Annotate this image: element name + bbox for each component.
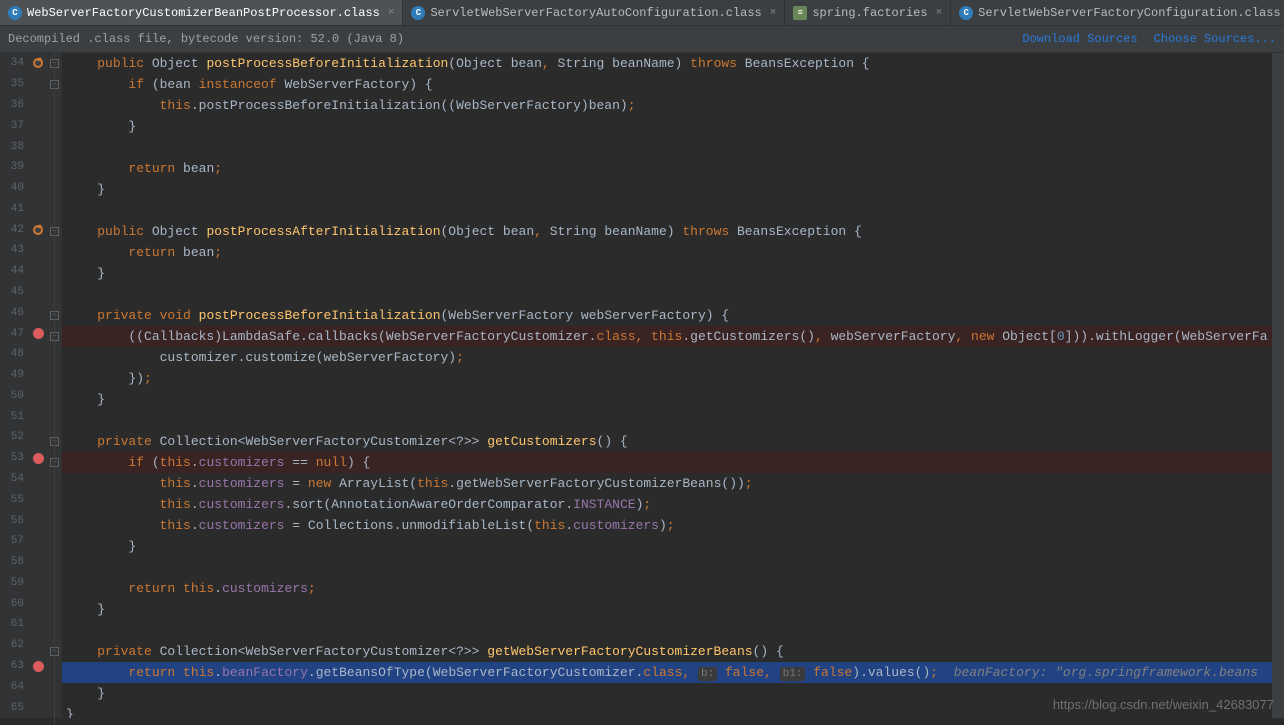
close-icon[interactable]: ×	[770, 7, 777, 19]
vertical-scrollbar[interactable]	[1272, 53, 1284, 718]
close-icon[interactable]: ×	[936, 7, 943, 19]
editor-tab[interactable]: C ServletWebServerFactoryConfiguration.cl…	[951, 0, 1284, 25]
decompile-info-text: Decompiled .class file, bytecode version…	[8, 32, 404, 46]
decompile-info-bar: Decompiled .class file, bytecode version…	[0, 26, 1284, 53]
code-line[interactable]: private void postProcessBeforeInitializa…	[62, 305, 1272, 326]
code-line[interactable]: }	[62, 536, 1272, 557]
editor-tab[interactable]: C WebServerFactoryCustomizerBeanPostProce…	[0, 0, 403, 25]
choose-sources-link[interactable]: Choose Sources...	[1154, 32, 1276, 46]
line-gutter: 34 35 36 37 38 39 40 41 42 43 44 45 46 47 48 49 50 51 52 53…	[0, 53, 48, 718]
code-line[interactable]: return bean;	[62, 242, 1272, 263]
editor-tab[interactable]: C ServletWebServerFactoryAutoConfiguratio…	[403, 0, 785, 25]
code-line[interactable]: }	[62, 116, 1272, 137]
code-line[interactable]	[62, 200, 1272, 221]
line-number: 37	[0, 120, 28, 132]
line-number: 48	[0, 348, 28, 360]
code-line[interactable]	[62, 620, 1272, 641]
close-icon[interactable]: ×	[388, 7, 395, 19]
code-line[interactable]: private Collection<WebServerFactoryCusto…	[62, 431, 1272, 452]
code-line[interactable]: this.customizers.sort(AnnotationAwareOrd…	[62, 494, 1272, 515]
code-line[interactable]	[62, 137, 1272, 158]
code-line[interactable]: }	[62, 263, 1272, 284]
code-line[interactable]	[62, 557, 1272, 578]
line-number: 51	[0, 411, 28, 423]
line-number: 52	[0, 431, 28, 443]
line-number: 40	[0, 182, 28, 194]
code-line[interactable]: private Collection<WebServerFactoryCusto…	[62, 641, 1272, 662]
line-number: 35	[0, 78, 28, 90]
override-method-icon[interactable]	[33, 225, 43, 235]
tab-label: WebServerFactoryCustomizerBeanPostProces…	[27, 6, 380, 20]
line-number: 62	[0, 639, 28, 651]
breakpoint-icon[interactable]	[33, 661, 44, 672]
line-number: 34	[0, 57, 28, 69]
code-line[interactable]: return bean;	[62, 158, 1272, 179]
watermark-text: https://blog.csdn.net/weixin_42683077	[1053, 697, 1274, 712]
line-number: 60	[0, 598, 28, 610]
line-number: 58	[0, 556, 28, 568]
code-editor: 34 35 36 37 38 39 40 41 42 43 44 45 46 47 48 49 50 51 52 53…	[0, 53, 1284, 718]
code-line[interactable]: customizer.customize(webServerFactory);	[62, 347, 1272, 368]
line-number: 57	[0, 535, 28, 547]
line-number: 45	[0, 286, 28, 298]
code-line[interactable]	[62, 410, 1272, 431]
code-line[interactable]: }	[62, 179, 1272, 200]
line-number: 55	[0, 494, 28, 506]
line-number: 50	[0, 390, 28, 402]
line-number: 42	[0, 224, 28, 236]
download-sources-link[interactable]: Download Sources	[1022, 32, 1137, 46]
fold-column: −−−−−−−−	[48, 53, 62, 718]
line-number: 46	[0, 307, 28, 319]
line-number: 38	[0, 141, 28, 153]
class-file-icon: C	[411, 6, 425, 20]
tab-label: spring.factories	[812, 6, 927, 20]
code-line[interactable]: });	[62, 368, 1272, 389]
code-line[interactable]: public Object postProcessBeforeInitializ…	[62, 53, 1272, 74]
tab-label: ServletWebServerFactoryAutoConfiguration…	[430, 6, 761, 20]
line-number: 44	[0, 265, 28, 277]
code-area[interactable]: public Object postProcessBeforeInitializ…	[62, 53, 1272, 718]
tab-label: ServletWebServerFactoryConfiguration.cla…	[978, 6, 1280, 20]
line-number: 39	[0, 161, 28, 173]
line-number: 56	[0, 515, 28, 527]
line-number: 63	[0, 660, 28, 672]
code-line[interactable]: if (this.customizers == null) {	[62, 452, 1272, 473]
code-line[interactable]: this.customizers = Collections.unmodifia…	[62, 515, 1272, 536]
code-line[interactable]: if (bean instanceof WebServerFactory) {	[62, 74, 1272, 95]
line-number: 54	[0, 473, 28, 485]
line-number: 49	[0, 369, 28, 381]
code-line[interactable]: public Object postProcessAfterInitializa…	[62, 221, 1272, 242]
override-method-icon[interactable]	[33, 58, 43, 68]
code-line[interactable]: this.postProcessBeforeInitialization((We…	[62, 95, 1272, 116]
line-number: 41	[0, 203, 28, 215]
line-number: 61	[0, 618, 28, 630]
class-file-icon: C	[959, 6, 973, 20]
editor-tabs: C WebServerFactoryCustomizerBeanPostProce…	[0, 0, 1284, 26]
code-line[interactable]: return this.beanFactory.getBeansOfType(W…	[62, 662, 1272, 683]
line-number: 53	[0, 452, 28, 464]
code-line[interactable]: return this.customizers;	[62, 578, 1272, 599]
code-line[interactable]: ((Callbacks)LambdaSafe.callbacks(WebServ…	[62, 326, 1272, 347]
line-number: 59	[0, 577, 28, 589]
line-number: 43	[0, 244, 28, 256]
code-line[interactable]: }	[62, 599, 1272, 620]
breakpoint-icon[interactable]	[33, 328, 44, 339]
line-number: 65	[0, 702, 28, 714]
code-line[interactable]: }	[62, 389, 1272, 410]
line-number: 36	[0, 99, 28, 111]
class-file-icon: C	[8, 6, 22, 20]
line-number: 47	[0, 328, 28, 340]
editor-tab[interactable]: ≡ spring.factories ×	[785, 0, 951, 25]
breakpoint-icon[interactable]	[33, 453, 44, 464]
code-line[interactable]	[62, 284, 1272, 305]
code-line[interactable]: this.customizers = new ArrayList(this.ge…	[62, 473, 1272, 494]
line-number: 64	[0, 681, 28, 693]
file-icon: ≡	[793, 6, 807, 20]
